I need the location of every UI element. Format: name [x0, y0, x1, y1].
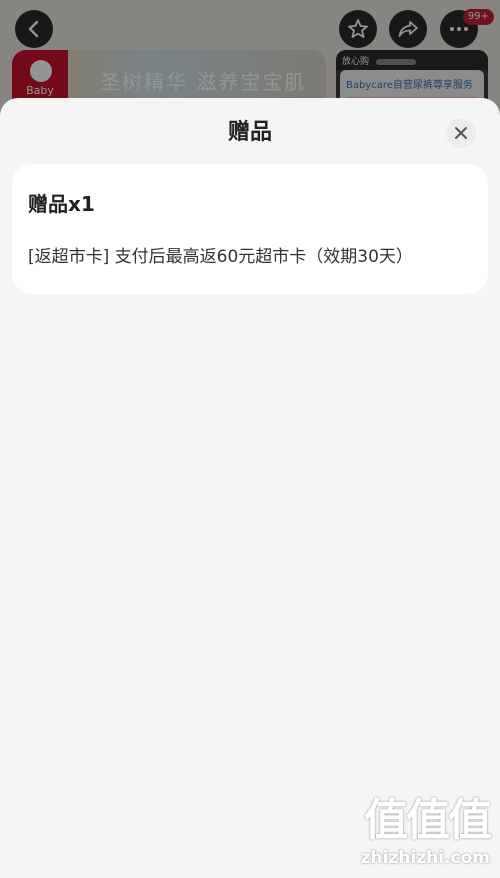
gift-bottom-sheet: 赠品 赠品x1 [返超市卡] 支付后最高返60元超市卡（效期30天）	[0, 98, 500, 878]
watermark-url: zhizhizhi.com	[360, 848, 490, 868]
close-button[interactable]	[446, 118, 476, 148]
close-icon	[455, 127, 467, 139]
sheet-title: 赠品	[227, 120, 272, 145]
watermark: 值值值 zhizhizhi.com	[360, 784, 492, 868]
gift-heading: 赠品x1	[28, 192, 95, 216]
watermark-logo: 值值值	[364, 795, 492, 846]
gift-description: [返超市卡] 支付后最高返60元超市卡（效期30天）	[28, 247, 413, 267]
gift-card: 赠品x1 [返超市卡] 支付后最高返60元超市卡（效期30天）	[12, 164, 488, 294]
